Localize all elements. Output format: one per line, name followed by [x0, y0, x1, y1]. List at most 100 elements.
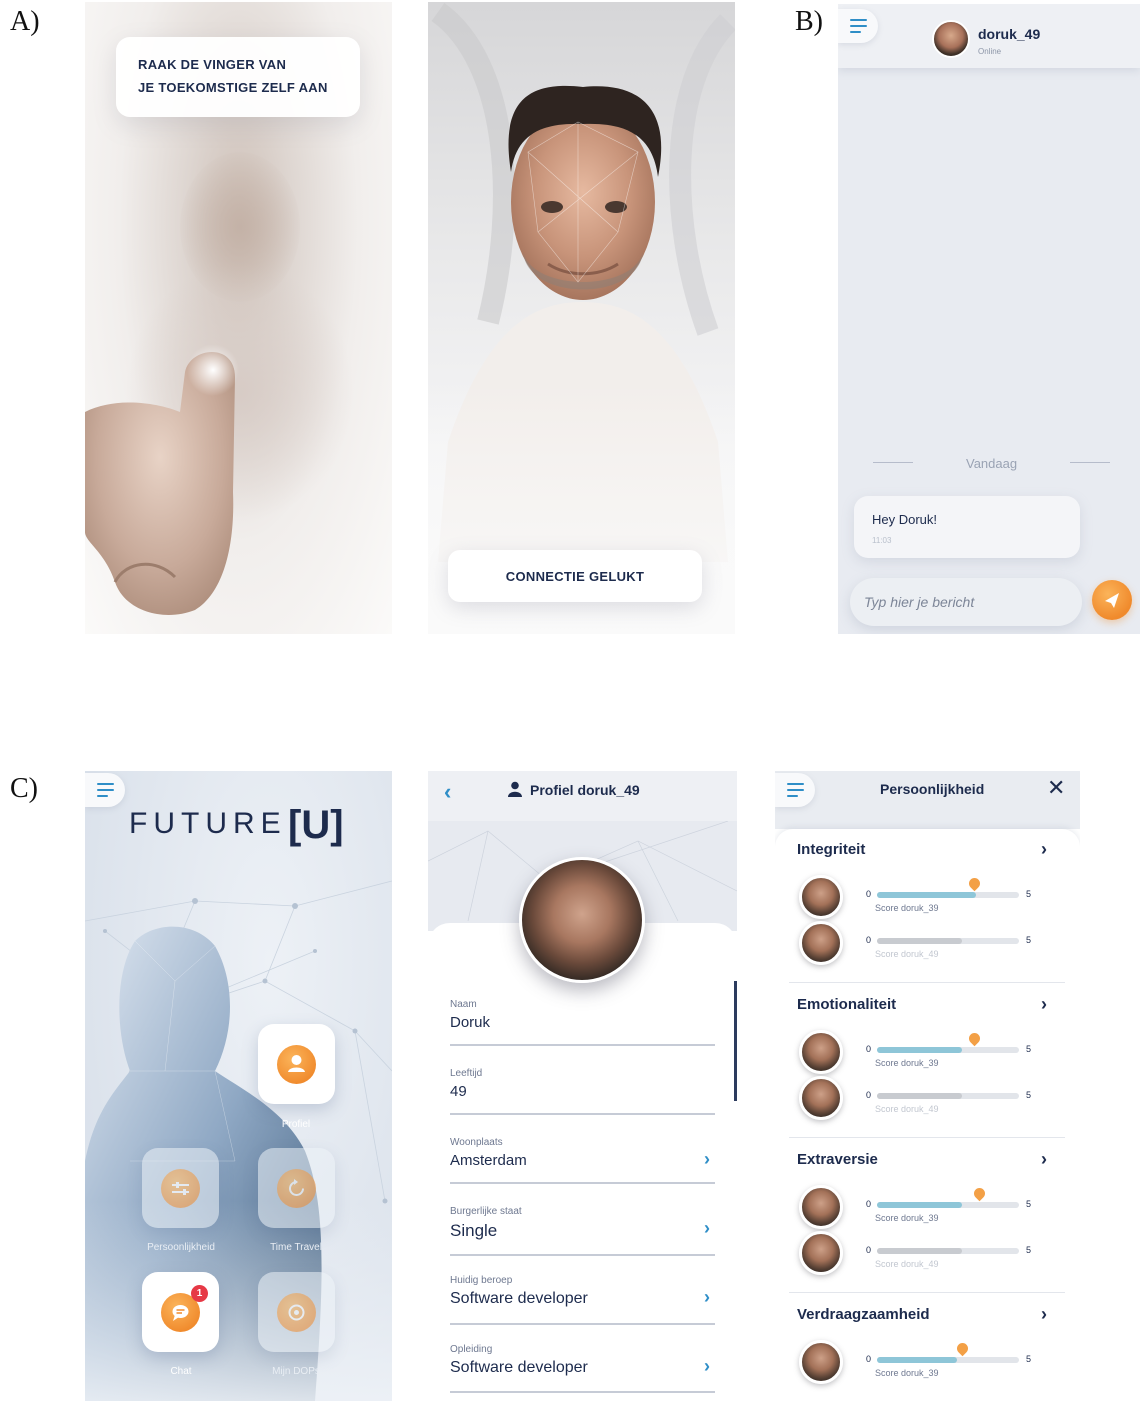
tile-persoonlijkheid[interactable] — [142, 1148, 219, 1228]
instruction-line-1: RAAK DE VINGER VAN — [138, 57, 287, 72]
back-chevron-icon[interactable]: ‹ — [444, 779, 451, 805]
field-label: Leeftijd — [450, 1068, 483, 1079]
tile-time-travel[interactable] — [258, 1148, 335, 1228]
tile-chat[interactable]: 1 — [142, 1272, 219, 1352]
trait-title[interactable]: Verdraagzaamheid — [797, 1306, 930, 1323]
chevron-right-icon[interactable]: › — [1041, 1149, 1047, 1170]
trait-separator — [789, 1292, 1065, 1293]
scale-max-label: 5 — [1026, 1354, 1032, 1364]
chevron-right-icon[interactable]: › — [704, 1149, 710, 1170]
field-huidig-beroep[interactable]: Huidig beroep Software developer — [450, 1275, 715, 1308]
field-underline — [450, 1323, 715, 1325]
chevron-right-icon[interactable]: › — [1041, 1304, 1047, 1325]
send-button[interactable] — [1092, 580, 1132, 620]
menu-button[interactable] — [775, 773, 815, 807]
menu-button[interactable] — [838, 9, 878, 43]
score-caption: Score doruk_39 — [875, 1058, 939, 1068]
tile-label-profiel: Profiel — [281, 1119, 311, 1130]
trait-title[interactable]: Extraversie — [797, 1151, 878, 1168]
day-divider-label: Vandaag — [966, 456, 1018, 471]
field-naam[interactable]: Naam Doruk — [450, 999, 715, 1031]
chevron-right-icon[interactable]: › — [704, 1218, 710, 1239]
score-bar-track — [877, 892, 1019, 898]
panel-label-a: A) — [10, 6, 40, 37]
score-bar-fill — [877, 1047, 962, 1053]
scale-min-label: 0 — [866, 1199, 872, 1209]
menu-button[interactable] — [85, 773, 125, 807]
app-logo-text: FUTURE — [129, 807, 287, 840]
chat-avatar[interactable] — [932, 20, 970, 58]
trait-title[interactable]: Emotionaliteit — [797, 996, 896, 1013]
chat-unread-badge: 1 — [191, 1285, 208, 1302]
chevron-right-icon[interactable]: › — [704, 1356, 710, 1377]
field-underline — [450, 1113, 715, 1115]
score-bar-track — [877, 1248, 1019, 1254]
field-value: Software developer — [450, 1290, 588, 1307]
score-avatar — [799, 1030, 843, 1074]
personality-screen: Persoonlijkheid ✕ Integriteit › 0 5 Score do… — [775, 771, 1080, 1401]
field-woonplaats[interactable]: Woonplaats Amsterdam — [450, 1137, 715, 1169]
panel-label-c: C) — [10, 773, 38, 804]
scale-max-label: 5 — [1026, 1044, 1032, 1054]
rewind-icon — [277, 1169, 316, 1208]
panel-label-b: B) — [795, 6, 823, 37]
score-bar-track — [877, 1047, 1019, 1053]
field-label: Burgerlijke staat — [450, 1206, 522, 1217]
message-input[interactable]: Typ hier je bericht — [850, 578, 1082, 626]
score-avatar — [799, 875, 843, 919]
score-bar-track — [877, 1093, 1019, 1099]
personality-header — [775, 771, 1080, 829]
score-bar-track — [877, 938, 1019, 944]
target-icon — [277, 1293, 316, 1332]
message-text: Hey Doruk! — [872, 512, 938, 527]
field-burgerlijke-staat[interactable]: Burgerlijke staat Single — [450, 1206, 715, 1241]
tile-profiel[interactable] — [258, 1024, 335, 1104]
scale-min-label: 0 — [866, 889, 872, 899]
score-bar-fill — [877, 938, 962, 944]
scale-min-label: 0 — [866, 1245, 872, 1255]
chevron-right-icon[interactable]: › — [1041, 839, 1047, 860]
score-bar-fill — [877, 892, 976, 898]
tile-mijn-dops[interactable] — [258, 1272, 335, 1352]
score-avatar — [799, 921, 843, 965]
score-caption: Score doruk_49 — [875, 1104, 939, 1114]
scale-min-label: 0 — [866, 1044, 872, 1054]
future-self-face-image — [428, 3, 735, 634]
field-label: Woonplaats — [450, 1137, 503, 1148]
field-underline — [450, 1254, 715, 1256]
score-bar-fill — [877, 1248, 962, 1254]
scale-max-label: 5 — [1026, 1199, 1032, 1209]
score-caption: Score doruk_49 — [875, 1259, 939, 1269]
day-divider-right — [1070, 462, 1110, 463]
message-bubble: Hey Doruk! 11:03 — [854, 496, 1080, 558]
trait-separator — [789, 982, 1065, 983]
chevron-right-icon[interactable]: › — [1041, 994, 1047, 1015]
chevron-right-icon[interactable]: › — [704, 1287, 710, 1308]
chat-status: Online — [978, 47, 1002, 56]
instruction-card: RAAK DE VINGER VAN JE TOEKOMSTIGE ZELF A… — [116, 37, 360, 117]
field-value: Amsterdam — [450, 1152, 527, 1169]
scrollbar[interactable] — [734, 981, 737, 1101]
connection-success-button[interactable]: CONNECTIE GELUKT — [448, 550, 702, 602]
field-leeftijd[interactable]: Leeftijd 49 — [450, 1068, 715, 1100]
close-icon[interactable]: ✕ — [1047, 775, 1065, 801]
chat-screen: doruk_49 Online Vandaag Hey Doruk! 11:03… — [838, 4, 1140, 634]
message-input-placeholder: Typ hier je bericht — [864, 594, 975, 610]
field-opleiding[interactable]: Opleiding Software developer — [450, 1344, 715, 1377]
scale-min-label: 0 — [866, 935, 872, 945]
score-avatar — [799, 1340, 843, 1384]
field-value: Doruk — [450, 1014, 491, 1031]
score-bar-track — [877, 1202, 1019, 1208]
sliders-icon — [161, 1169, 200, 1208]
scale-max-label: 5 — [1026, 1245, 1032, 1255]
tile-label-chat: Chat — [170, 1366, 192, 1377]
day-divider-left — [873, 462, 913, 463]
score-avatar — [799, 1076, 843, 1120]
profile-photo[interactable] — [519, 857, 645, 983]
trait-title[interactable]: Integriteit — [797, 841, 865, 858]
profile-screen: ‹ Profiel doruk_49 Naam Doruk Leeftijd 4… — [428, 771, 737, 1401]
score-caption: Score doruk_49 — [875, 949, 939, 959]
tile-label-time-travel: Time Travel — [270, 1242, 322, 1253]
field-label: Huidig beroep — [450, 1275, 513, 1286]
paper-plane-icon — [1105, 593, 1119, 608]
